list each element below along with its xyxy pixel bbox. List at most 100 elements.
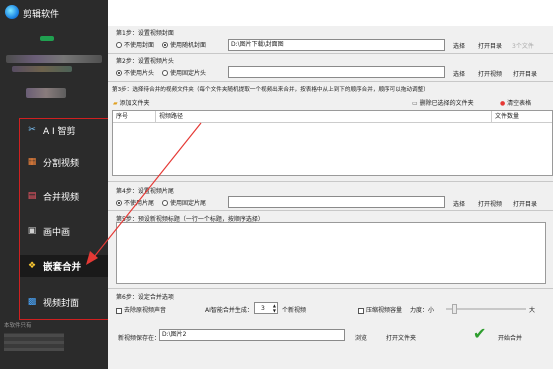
folder-icon: ▰ [113,100,118,107]
blurred-block [12,66,72,72]
merge-count-value: 3 [261,305,265,312]
merge-count-unit: 个新视频 [282,307,307,314]
start-merge-label: 开始合并 [498,335,523,342]
blurred-block [26,88,66,98]
strength-large: 大 [529,307,536,314]
compress-checkbox[interactable]: 压缩视频容量 [358,305,402,314]
divider [108,288,553,289]
clear-table-button[interactable]: ● 清空表格 [500,98,531,107]
radio-fixed-outro[interactable]: 使用固定片尾 [161,198,206,207]
sidebar-item-split-video[interactable]: ▦ 分割视频 [26,154,79,170]
divider [108,181,553,182]
sidebar: 剪辑软件 ✂ A I 智剪 ▦ 分割视频 ▤ 合并视频 ▣ 画中画 ❖ 嵌套合并… [0,0,109,369]
checkbox-box [116,307,122,314]
sidebar-item-label: 视频封面 [43,298,80,309]
step4-title: 第4步：设置视频片尾 [116,188,174,195]
radio-label: 不使用片尾 [124,200,155,207]
cover-path-input[interactable]: D:\图片下载\封面图 [228,39,445,51]
step1-title: 第1步：设置视频封面 [116,30,174,37]
main-panel [108,0,553,369]
radio-fixed-intro[interactable]: 使用固定片头 [161,68,206,77]
sidebar-item-video-cover[interactable]: ▩ 视频封面 [26,294,79,310]
start-merge-button[interactable]: ✔ 开始合并 [470,324,530,348]
radio-label: 不使用封面 [124,42,155,49]
column-header-index[interactable]: 序号 [113,111,156,122]
column-header-count[interactable]: 文件数量 [492,111,552,122]
checkbox-box [358,307,364,314]
delete-icon: ▭ [412,100,418,107]
outro-open-video-button[interactable]: 打开视频 [478,199,502,208]
titles-textarea[interactable] [116,222,546,284]
folder-table[interactable]: 序号 视频路径 文件数量 [112,110,553,176]
add-folder-label: 添加文件夹 [119,100,150,107]
divider [108,210,553,211]
sidebar-footer-line: 本软件只有 [4,323,32,329]
strength-slider[interactable] [446,304,526,314]
menu-highlight-box [19,118,109,320]
intro-open-dir-button[interactable]: 打开目录 [513,69,537,78]
intro-path-input[interactable] [228,66,445,78]
divider [108,53,553,54]
delete-selected-button[interactable]: ▭ 删除已选择的文件夹 [412,98,474,107]
intro-open-video-button[interactable]: 打开视频 [478,69,502,78]
merge-count-stepper[interactable]: 3 ▲ ▼ [254,302,278,314]
intro-select-button[interactable]: 选择 [453,69,465,78]
save-path-input[interactable]: D:\图片2 [159,329,345,341]
cover-icon: ▩ [27,297,37,307]
checkmark-icon: ✔ [473,324,487,343]
remove-audio-checkbox[interactable]: 去除原视频声音 [116,305,166,314]
sidebar-item-ai-cut[interactable]: ✂ A I 智剪 [26,122,76,138]
column-header-path[interactable]: 视频路径 [156,111,492,122]
strength-label: 力度：小 [410,305,434,314]
radio-no-intro[interactable]: 不使用片头 [116,68,154,77]
app-logo-icon [5,5,19,19]
title-bar-area [108,0,553,26]
nest-icon: ❖ [27,261,37,271]
radio-label: 使用固定片尾 [169,200,206,207]
blurred-block [6,55,102,63]
remove-audio-label: 去除原视频声音 [124,307,167,314]
save-path-label: 新视频保存在： [118,335,161,342]
step4-options: 不使用片尾 使用固定片尾 [116,198,212,208]
clear-icon: ● [500,100,506,107]
blurred-block [40,36,54,41]
app-title: 剪辑软件 [23,10,60,20]
outro-path-input[interactable] [228,196,445,208]
radio-random-cover[interactable]: 使用随机封面 [161,40,206,49]
radio-no-outro[interactable]: 不使用片尾 [116,198,154,207]
delete-selected-label: 删除已选择的文件夹 [419,100,474,107]
pip-icon: ▣ [27,226,37,236]
step1-options: 不使用封面 使用随机封面 [116,40,212,50]
sidebar-item-label: 分割视频 [43,158,80,169]
add-folder-button[interactable]: ▰ 添加文件夹 [113,98,150,107]
ai-cut-icon: ✂ [28,125,36,135]
radio-label: 使用随机封面 [169,42,206,49]
cover-file-count: 3个文件 [512,43,534,50]
merge-count-label: AI智能合并生成： [205,307,253,314]
outro-select-button[interactable]: 选择 [453,199,465,208]
sidebar-item-nest-merge[interactable]: ❖ 嵌套合并 [20,255,108,277]
sidebar-footer-text: 本软件只有 [4,323,104,351]
cover-open-dir-button[interactable]: 打开目录 [478,41,502,50]
sidebar-item-label: A I 智剪 [43,126,76,137]
radio-label: 使用固定片头 [169,70,206,77]
outro-open-dir-button[interactable]: 打开目录 [513,199,537,208]
open-folder-button[interactable]: 打开文件夹 [386,333,416,342]
stepper-down-icon[interactable]: ▼ [273,308,276,313]
browse-button[interactable]: 浏览 [355,333,367,342]
radio-label: 不使用片头 [124,70,155,77]
slider-thumb[interactable] [452,304,457,314]
step2-title: 第2步：设置视频片头 [116,58,174,65]
strength-small: 小 [428,307,435,314]
table-header-underline [113,122,552,123]
divider [108,81,553,82]
cover-select-button[interactable]: 选择 [453,41,465,50]
sidebar-item-pip[interactable]: ▣ 画中画 [26,223,70,239]
radio-no-cover[interactable]: 不使用封面 [116,40,154,49]
compress-label: 压缩视频容量 [366,307,403,314]
sidebar-item-merge-video[interactable]: ▤ 合并视频 [26,188,79,204]
step3-title: 第3步：选择待合并的视频文件夹（每个文件夹随机提取一个视频出来合并，按表格中从上… [112,87,429,93]
step6-title: 第6步：设定合并选项 [116,294,174,301]
sidebar-item-label: 合并视频 [43,192,80,203]
sidebar-item-label: 画中画 [43,227,71,238]
